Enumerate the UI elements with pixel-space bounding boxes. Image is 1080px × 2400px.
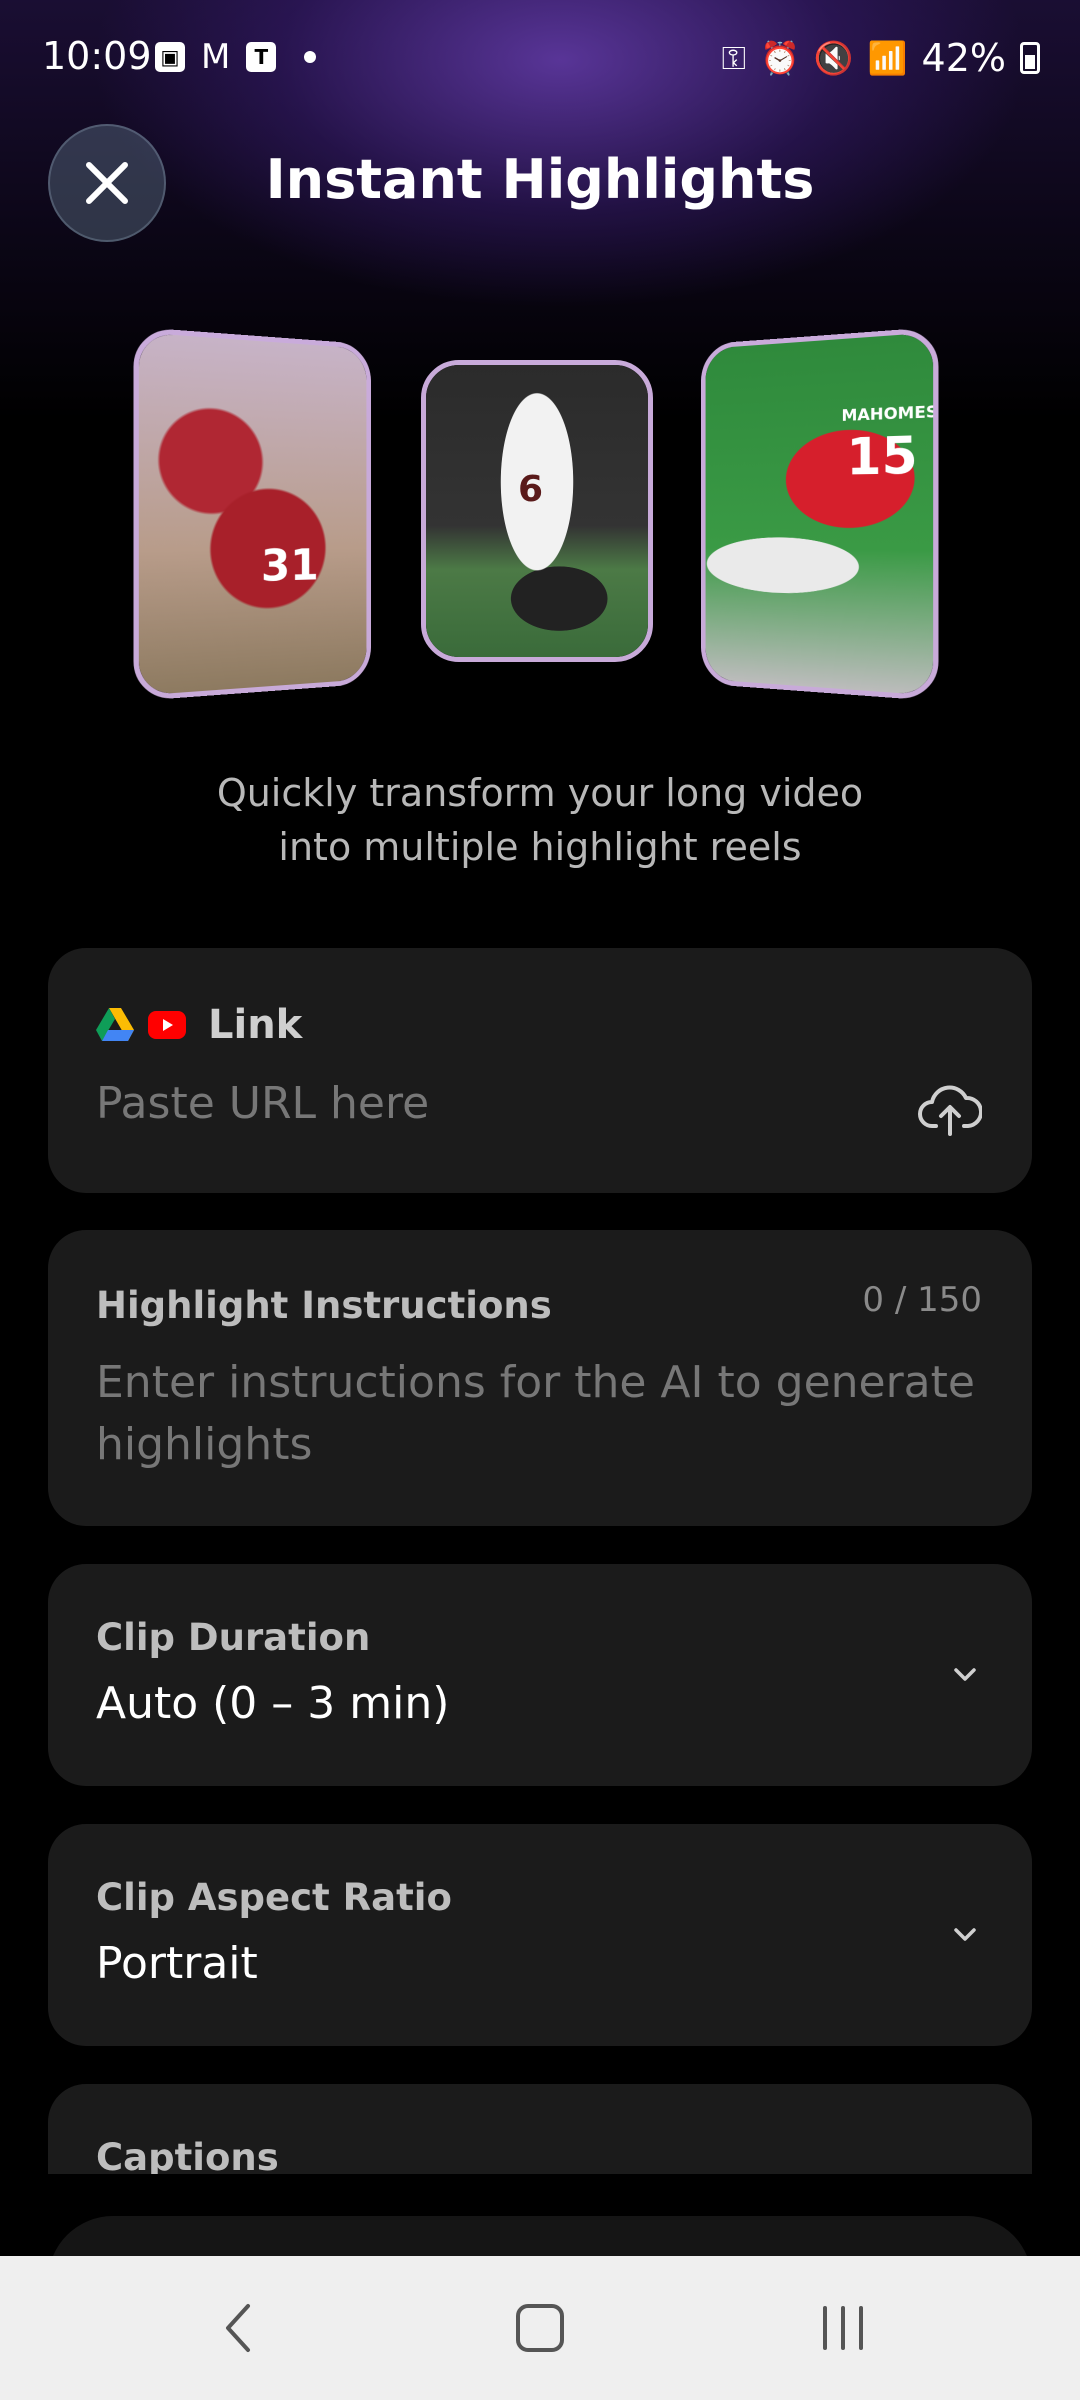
home-square-icon bbox=[516, 2304, 564, 2352]
aspect-ratio-value: Portrait bbox=[96, 1938, 258, 1989]
status-right-icons: ⚿ ⏰ 🔇 📶 42% bbox=[722, 36, 1040, 80]
wifi-icon: 📶 bbox=[867, 39, 908, 77]
preview-image-chiefs: MAHOMES 15 bbox=[701, 326, 939, 702]
highlight-instructions-field[interactable]: Highlight Instructions 0 / 150 Enter ins… bbox=[48, 1230, 1032, 1526]
chevron-down-icon bbox=[954, 1928, 976, 1941]
status-time: 10:09 bbox=[42, 34, 152, 78]
google-drive-icon bbox=[96, 1008, 134, 1041]
captions-setting[interactable]: Captions bbox=[48, 2084, 1032, 2174]
clip-duration-label: Clip Duration bbox=[96, 1616, 371, 1659]
clip-duration-select[interactable]: Clip Duration Auto (0 – 3 min) bbox=[48, 1564, 1032, 1786]
vpn-key-icon: ⚿ bbox=[721, 38, 746, 77]
system-navigation-bar bbox=[0, 2256, 1080, 2400]
notification-dot-icon bbox=[304, 51, 317, 63]
jersey-number: 6 bbox=[518, 469, 544, 510]
preview-image-art bbox=[426, 365, 648, 657]
recents-bars-icon bbox=[823, 2306, 863, 2350]
status-left-icons: ▣ M T bbox=[155, 37, 317, 77]
t-app-icon: T bbox=[246, 42, 277, 72]
aspect-ratio-label: Clip Aspect Ratio bbox=[96, 1876, 452, 1919]
instructions-placeholder: Enter instructions for the AI to generat… bbox=[96, 1357, 975, 1470]
link-label: Link bbox=[208, 1002, 303, 1048]
instructions-label: Highlight Instructions bbox=[96, 1284, 552, 1327]
jersey-name: MAHOMES bbox=[841, 401, 939, 425]
status-bar: 10:09 ▣ M T ⚿ ⏰ 🔇 📶 42% bbox=[0, 0, 1080, 120]
clip-duration-value: Auto (0 – 3 min) bbox=[96, 1678, 450, 1729]
back-chevron-icon bbox=[226, 2304, 250, 2352]
mute-icon: 🔇 bbox=[813, 39, 854, 77]
captions-label: Captions bbox=[96, 2136, 279, 2174]
alarm-icon: ⏰ bbox=[760, 39, 800, 77]
page-subtitle: Quickly transform your long video into m… bbox=[0, 766, 1080, 874]
preview-image-art bbox=[705, 332, 934, 696]
battery-icon bbox=[1020, 42, 1040, 74]
jersey-number: 15 bbox=[846, 425, 918, 487]
chevron-down-icon bbox=[954, 1668, 976, 1681]
preview-image-commanders: 6 bbox=[421, 360, 653, 662]
page-title: Instant Highlights bbox=[265, 148, 815, 211]
link-header: Link bbox=[96, 1002, 302, 1048]
link-card: Link bbox=[48, 948, 1032, 1193]
highlight-preview-images: 31 6 MAHOMES 15 bbox=[0, 326, 1080, 702]
character-counter: 0 / 150 bbox=[862, 1280, 982, 1320]
youtube-icon bbox=[148, 1011, 186, 1039]
upload-cloud-icon[interactable] bbox=[918, 1080, 982, 1140]
nav-back-button[interactable] bbox=[193, 2296, 283, 2360]
gmail-icon: M bbox=[201, 37, 231, 77]
preview-image-49ers: 31 bbox=[133, 326, 371, 702]
clip-aspect-ratio-select[interactable]: Clip Aspect Ratio Portrait bbox=[48, 1824, 1032, 2046]
subtitle-text: Quickly transform your long video into m… bbox=[216, 771, 864, 869]
preview-image-art bbox=[138, 332, 367, 696]
url-input[interactable] bbox=[96, 1078, 876, 1129]
battery-percent: 42% bbox=[921, 36, 1006, 80]
gallery-icon: ▣ bbox=[155, 42, 185, 72]
jersey-number: 31 bbox=[260, 540, 319, 592]
nav-home-button[interactable] bbox=[495, 2296, 585, 2360]
nav-recents-button[interactable] bbox=[798, 2296, 888, 2360]
